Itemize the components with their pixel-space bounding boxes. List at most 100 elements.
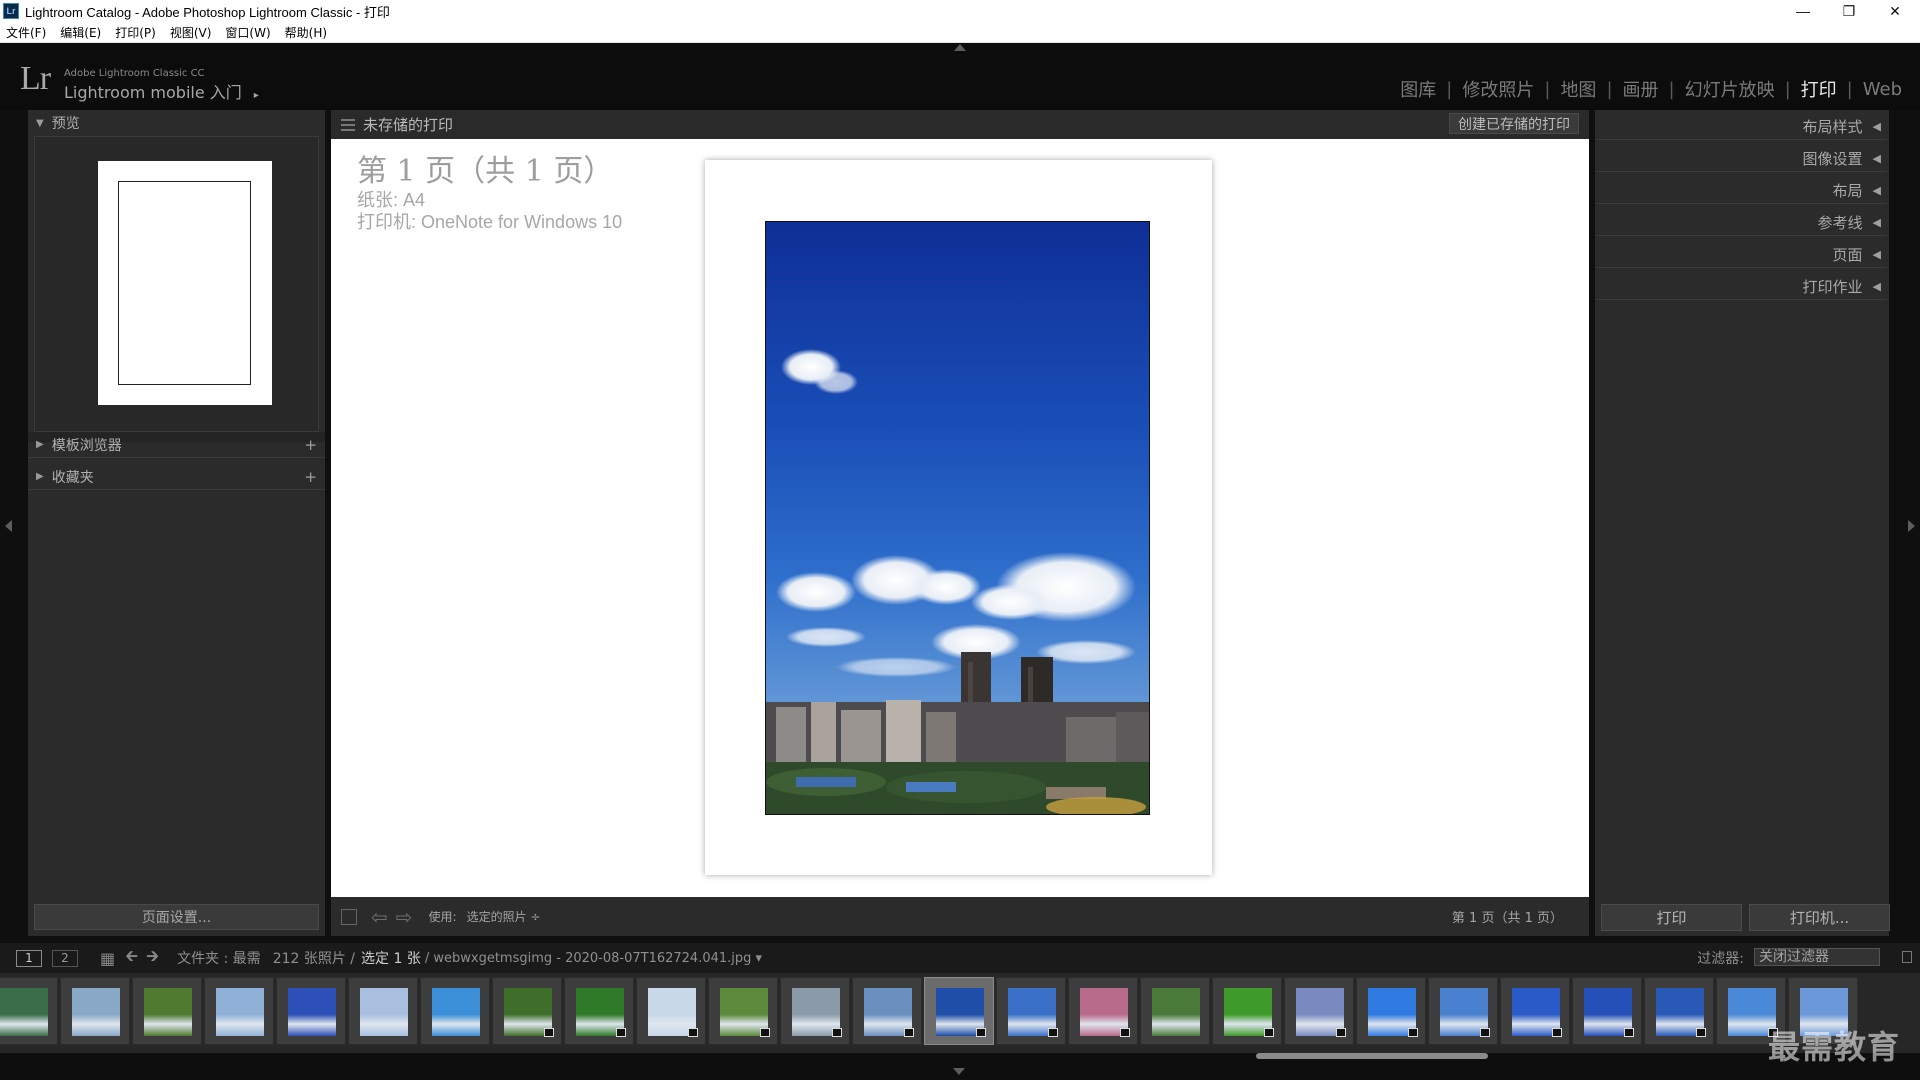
filmstrip-thumbnail[interactable] <box>204 977 274 1045</box>
page-title: 页面 <box>1832 245 1863 264</box>
filmstrip-thumbnail[interactable] <box>1572 977 1642 1045</box>
add-collection-icon[interactable]: + <box>304 468 317 486</box>
filmstrip-thumbnail[interactable] <box>1428 977 1498 1045</box>
module-library[interactable]: 图库 <box>1390 76 1446 102</box>
filmstrip <box>0 973 1920 1053</box>
print-job-header[interactable]: 打印作业 ◀ <box>1595 270 1889 302</box>
module-print[interactable]: 打印 <box>1791 76 1847 102</box>
filter-label: 过滤器: <box>1697 951 1744 967</box>
thumbnail-image <box>360 988 408 1036</box>
print-photo[interactable] <box>765 221 1150 815</box>
filmstrip-thumbnail[interactable] <box>132 977 202 1045</box>
filmstrip-thumbnail[interactable] <box>636 977 706 1045</box>
menu-print[interactable]: 打印(P) <box>115 24 156 41</box>
filmstrip-thumbnail[interactable] <box>1284 977 1354 1045</box>
edited-badge-icon <box>616 1028 626 1037</box>
next-page-icon[interactable]: ⇨ <box>396 905 413 929</box>
filmstrip-thumbnail[interactable] <box>1644 977 1714 1045</box>
filmstrip-thumbnail[interactable] <box>348 977 418 1045</box>
edited-badge-icon <box>976 1028 986 1037</box>
filmstrip-thumbnail[interactable] <box>1068 977 1138 1045</box>
filter-dropdown[interactable]: 关闭过滤器 <box>1754 948 1880 966</box>
filter-lock-icon[interactable] <box>1902 951 1912 963</box>
filmstrip-thumbnail[interactable] <box>492 977 562 1045</box>
filmstrip-thumbnail[interactable] <box>708 977 778 1045</box>
collections-header[interactable]: ▶ 收藏夹 + <box>28 464 325 490</box>
template-browser-header[interactable]: ▶ 模板浏览器 + <box>28 432 325 458</box>
edited-badge-icon <box>1048 1028 1058 1037</box>
filmstrip-thumbnail[interactable] <box>1356 977 1426 1045</box>
page-header[interactable]: 页面 ◀ <box>1595 238 1889 270</box>
monitor-2-button[interactable]: 2 <box>52 949 78 967</box>
filmstrip-thumbnail[interactable] <box>1212 977 1282 1045</box>
filmstrip-thumbnail[interactable] <box>60 977 130 1045</box>
print-title-bar: 未存储的打印 创建已存储的打印 <box>331 110 1589 139</box>
filmstrip-thumbnail[interactable] <box>780 977 850 1045</box>
print-button[interactable]: 打印 <box>1601 904 1742 931</box>
layout-style-header[interactable]: 布局样式 ◀ <box>1595 110 1889 142</box>
module-book[interactable]: 画册 <box>1613 76 1669 102</box>
module-map[interactable]: 地图 <box>1550 76 1606 102</box>
preview-panel-header[interactable]: ▼ 预览 <box>28 110 325 136</box>
previous-page-icon[interactable]: ⇦ <box>371 905 388 929</box>
edited-badge-icon <box>904 1028 914 1037</box>
print-title: 未存储的打印 <box>363 116 454 134</box>
restore-button[interactable]: ❐ <box>1826 0 1872 22</box>
filmstrip-thumbnail[interactable] <box>564 977 634 1045</box>
thumbnail-image <box>72 988 120 1036</box>
create-saved-print-button[interactable]: 创建已存储的打印 <box>1449 113 1579 134</box>
identity-mobile-link[interactable]: Lightroom mobile 入门 ▸ <box>64 79 259 103</box>
selected-count: 选定 1 张 <box>361 951 421 967</box>
identity-mobile-label: Lightroom mobile 入门 <box>64 83 242 102</box>
page-number-text: 第 1 页（共 1 页） <box>357 154 614 189</box>
grid-view-icon[interactable]: ▦ <box>100 949 115 968</box>
edited-badge-icon <box>1264 1028 1274 1037</box>
toolbar-checkbox[interactable] <box>341 908 357 925</box>
lr-logo: Lr <box>20 60 51 97</box>
source-folder[interactable]: 文件夹 : 最需 <box>177 948 261 968</box>
menu-view[interactable]: 视图(V) <box>170 24 212 41</box>
module-develop[interactable]: 修改照片 <box>1452 76 1544 102</box>
expand-triangle-icon: ▶ <box>36 471 44 482</box>
menu-file[interactable]: 文件(F) <box>6 24 46 41</box>
module-web[interactable]: Web <box>1853 79 1912 100</box>
edited-badge-icon <box>1624 1028 1634 1037</box>
filmstrip-thumbnail[interactable] <box>852 977 922 1045</box>
menu-edit[interactable]: 编辑(E) <box>60 24 101 41</box>
forward-arrow-icon[interactable]: 🡲 <box>146 945 159 972</box>
bottom-panel-toggle-icon[interactable] <box>953 1068 965 1075</box>
guides-header[interactable]: 参考线 ◀ <box>1595 206 1889 238</box>
filmstrip-thumbnail[interactable] <box>1140 977 1210 1045</box>
monitor-1-button[interactable]: 1 <box>16 949 42 967</box>
module-slideshow[interactable]: 幻灯片放映 <box>1675 76 1785 102</box>
right-panel-toggle-icon[interactable] <box>1908 520 1915 532</box>
top-panel-toggle-icon[interactable] <box>954 44 966 51</box>
filmstrip-thumbnail[interactable] <box>420 977 490 1045</box>
filmstrip-thumbnail[interactable] <box>996 977 1066 1045</box>
collapse-triangle-icon: ◀ <box>1872 119 1881 133</box>
page-info-overlay: 第 1 页（共 1 页） 纸张: A4 打印机: OneNote for Win… <box>357 155 622 233</box>
left-panel-toggle-icon[interactable] <box>5 520 12 532</box>
menu-window[interactable]: 窗口(W) <box>225 24 270 41</box>
back-arrow-icon[interactable]: 🡰 <box>125 945 138 972</box>
edited-badge-icon <box>1480 1028 1490 1037</box>
close-button[interactable]: ✕ <box>1872 0 1918 22</box>
use-dropdown[interactable]: 选定的照片 ÷ <box>467 908 541 925</box>
printer-button[interactable]: 打印机... <box>1749 904 1890 931</box>
filmstrip-thumbnail[interactable] <box>1500 977 1570 1045</box>
minimize-button[interactable]: — <box>1780 0 1826 22</box>
filmstrip-thumbnail-selected[interactable] <box>924 977 994 1045</box>
collapse-triangle-icon: ◀ <box>1872 247 1881 261</box>
filmstrip-thumbnail[interactable] <box>0 977 58 1045</box>
page-setup-button[interactable]: 页面设置... <box>34 904 319 930</box>
filmstrip-scrollbar[interactable] <box>1256 1053 1488 1059</box>
menu-help[interactable]: 帮助(H) <box>285 24 327 41</box>
photo-count: 212 张照片 / <box>272 951 356 967</box>
layout-header[interactable]: 布局 ◀ <box>1595 174 1889 206</box>
add-template-icon[interactable]: + <box>304 436 317 454</box>
image-settings-header[interactable]: 图像设置 ◀ <box>1595 142 1889 174</box>
edited-badge-icon <box>544 1028 554 1037</box>
filmstrip-thumbnail[interactable] <box>276 977 346 1045</box>
selected-filename[interactable]: / webwxgetmsgimg - 2020-08-07T162724.041… <box>425 951 762 966</box>
edited-badge-icon <box>760 1028 770 1037</box>
